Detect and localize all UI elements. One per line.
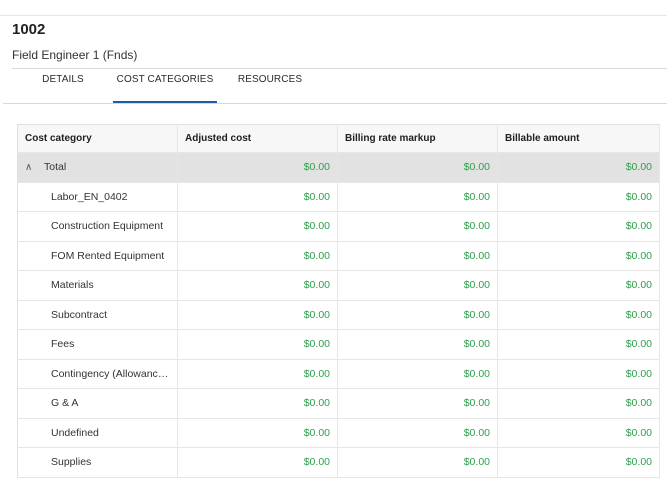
table-row[interactable]: Subcontract $0.00 $0.00 $0.00 (17, 300, 660, 330)
top-divider (0, 15, 667, 16)
tab-resources[interactable]: RESOURCES (234, 69, 306, 103)
billing-rate-markup-cell: $0.00 (337, 388, 498, 419)
billing-rate-markup-cell: $0.00 (337, 270, 498, 301)
adjusted-cost-cell: $0.00 (177, 182, 338, 212)
cost-category-cell: Undefined (17, 418, 178, 448)
adjusted-cost-cell: $0.00 (177, 359, 338, 389)
table-row[interactable]: Fees $0.00 $0.00 $0.00 (17, 329, 660, 360)
cost-category-cell: Contingency (Allowance... (17, 359, 178, 389)
table-row[interactable]: FOM Rented Equipment $0.00 $0.00 $0.00 (17, 241, 660, 271)
billable-amount-cell: $0.00 (497, 388, 660, 419)
cost-category-cell: Labor_EN_0402 (17, 182, 178, 212)
total-billable-amount: $0.00 (497, 152, 660, 183)
column-header-cost-category[interactable]: Cost category (17, 124, 178, 153)
total-row[interactable]: ∧ Total $0.00 $0.00 $0.00 (17, 152, 660, 183)
billing-rate-markup-cell: $0.00 (337, 300, 498, 330)
cost-categories-grid: Cost category Adjusted cost Billing rate… (17, 124, 660, 478)
total-label: Total (44, 161, 67, 174)
adjusted-cost-cell: $0.00 (177, 418, 338, 448)
column-header-billing-rate-markup[interactable]: Billing rate markup (337, 124, 498, 153)
cost-category-cell: G & A (17, 388, 178, 419)
table-row[interactable]: Construction Equipment $0.00 $0.00 $0.00 (17, 211, 660, 242)
billable-amount-cell: $0.00 (497, 211, 660, 242)
tabs-bottom-divider (3, 103, 667, 104)
billable-amount-cell: $0.00 (497, 241, 660, 271)
tab-details[interactable]: DETAILS (32, 69, 94, 103)
cost-category-cell: Supplies (17, 447, 178, 478)
billable-amount-cell: $0.00 (497, 270, 660, 301)
billable-amount-cell: $0.00 (497, 418, 660, 448)
grid-header-row: Cost category Adjusted cost Billing rate… (17, 124, 660, 153)
billable-amount-cell: $0.00 (497, 447, 660, 478)
table-row[interactable]: Undefined $0.00 $0.00 $0.00 (17, 418, 660, 448)
billing-rate-markup-cell: $0.00 (337, 241, 498, 271)
billable-amount-cell: $0.00 (497, 182, 660, 212)
cost-category-cell: Subcontract (17, 300, 178, 330)
adjusted-cost-cell: $0.00 (177, 447, 338, 478)
cost-category-cell: Materials (17, 270, 178, 301)
chevron-up-icon[interactable]: ∧ (25, 162, 35, 173)
total-adjusted-cost: $0.00 (177, 152, 338, 183)
tab-cost-categories[interactable]: COST CATEGORIES (113, 69, 217, 103)
adjusted-cost-cell: $0.00 (177, 388, 338, 419)
column-header-adjusted-cost[interactable]: Adjusted cost (177, 124, 338, 153)
total-category-cell: ∧ Total (17, 152, 178, 183)
billable-amount-cell: $0.00 (497, 359, 660, 389)
table-row[interactable]: G & A $0.00 $0.00 $0.00 (17, 388, 660, 419)
tab-bar: DETAILS COST CATEGORIES RESOURCES (12, 69, 667, 104)
adjusted-cost-cell: $0.00 (177, 270, 338, 301)
billable-amount-cell: $0.00 (497, 329, 660, 360)
billing-rate-markup-cell: $0.00 (337, 418, 498, 448)
table-row[interactable]: Supplies $0.00 $0.00 $0.00 (17, 447, 660, 478)
billing-rate-markup-cell: $0.00 (337, 329, 498, 360)
table-row[interactable]: Labor_EN_0402 $0.00 $0.00 $0.00 (17, 182, 660, 212)
record-id: 1002 (12, 21, 46, 38)
adjusted-cost-cell: $0.00 (177, 211, 338, 242)
cost-category-cell: FOM Rented Equipment (17, 241, 178, 271)
table-row[interactable]: Contingency (Allowance... $0.00 $0.00 $0.00 (17, 359, 660, 389)
adjusted-cost-cell: $0.00 (177, 329, 338, 360)
billing-rate-markup-cell: $0.00 (337, 359, 498, 389)
cost-category-cell: Construction Equipment (17, 211, 178, 242)
cost-category-cell: Fees (17, 329, 178, 360)
billing-rate-markup-cell: $0.00 (337, 211, 498, 242)
total-billing-rate-markup: $0.00 (337, 152, 498, 183)
billing-rate-markup-cell: $0.00 (337, 447, 498, 478)
billable-amount-cell: $0.00 (497, 300, 660, 330)
column-header-billable-amount[interactable]: Billable amount (497, 124, 660, 153)
record-name: Field Engineer 1 (Fnds) (12, 48, 138, 62)
table-row[interactable]: Materials $0.00 $0.00 $0.00 (17, 270, 660, 301)
adjusted-cost-cell: $0.00 (177, 300, 338, 330)
adjusted-cost-cell: $0.00 (177, 241, 338, 271)
billing-rate-markup-cell: $0.00 (337, 182, 498, 212)
